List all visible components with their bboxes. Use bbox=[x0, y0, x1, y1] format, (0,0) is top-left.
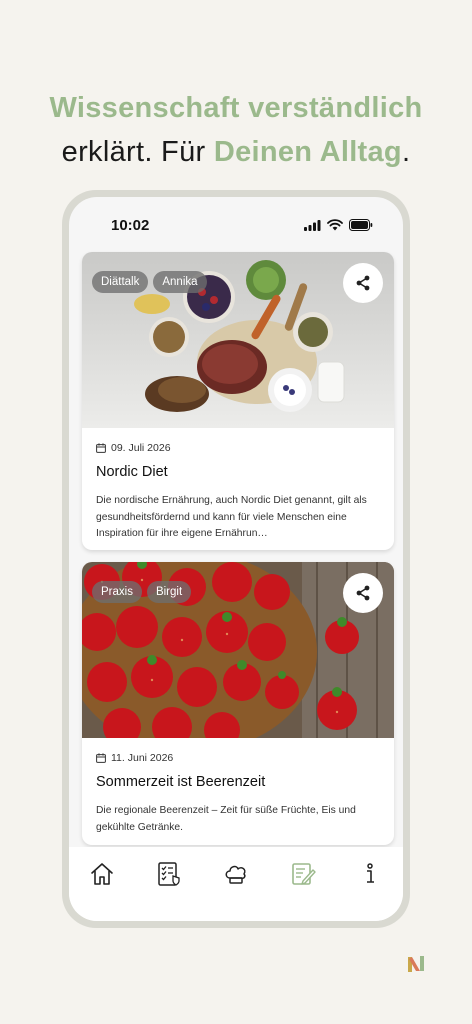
headline-line2-a: erklärt. Für bbox=[61, 136, 214, 168]
tag-category[interactable]: Diättalk bbox=[92, 271, 149, 293]
brand-logo-icon bbox=[408, 956, 424, 972]
chef-hat-icon bbox=[225, 865, 246, 884]
battery-icon bbox=[349, 219, 373, 231]
headline-line2-b: Deinen Alltag bbox=[213, 136, 402, 168]
nav-recipes[interactable] bbox=[221, 859, 251, 889]
article-excerpt: Die regionale Beerenzeit – Zeit für süße… bbox=[96, 805, 356, 833]
share-icon bbox=[356, 585, 370, 601]
info-icon bbox=[366, 863, 374, 883]
article-card[interactable]: Diättalk Annika 09. Juli 2026 Nordic Die… bbox=[82, 252, 394, 550]
status-icons bbox=[304, 219, 373, 231]
signal-icon bbox=[304, 219, 321, 231]
phone-frame: 10:02 Diättalk Annika 09. Juli 2026 Nord… bbox=[62, 190, 410, 928]
bottom-navigation bbox=[69, 847, 403, 921]
phone-screen: 10:02 Diättalk Annika 09. Juli 2026 Nord… bbox=[69, 197, 403, 921]
status-bar: 10:02 bbox=[69, 197, 403, 245]
calendar-icon bbox=[96, 443, 106, 453]
tag-category[interactable]: Praxis bbox=[92, 581, 142, 603]
article-title[interactable]: Sommerzeit ist Beerenzeit bbox=[96, 774, 265, 790]
wifi-icon bbox=[327, 219, 343, 231]
nav-articles[interactable] bbox=[288, 859, 318, 889]
headline-line2-c: . bbox=[401, 136, 411, 168]
article-date-text: 09. Juli 2026 bbox=[111, 442, 171, 454]
share-icon bbox=[356, 275, 370, 291]
article-date: 11. Juni 2026 bbox=[96, 752, 173, 764]
share-button[interactable] bbox=[343, 263, 383, 303]
nav-info[interactable] bbox=[355, 859, 385, 889]
article-date-text: 11. Juni 2026 bbox=[111, 752, 174, 764]
calendar-icon bbox=[96, 753, 106, 763]
notes-edit-icon bbox=[291, 863, 316, 885]
article-card[interactable]: Praxis Birgit 11. Juni 2026 Sommerzeit i… bbox=[82, 562, 394, 845]
headline: Wissenschaft verständlich erklärt. Für D… bbox=[0, 86, 472, 174]
home-icon bbox=[91, 863, 114, 885]
tag-list: Diättalk Annika bbox=[92, 271, 207, 293]
article-date: 09. Juli 2026 bbox=[96, 442, 171, 454]
tag-list: Praxis Birgit bbox=[92, 581, 192, 603]
tag-author[interactable]: Annika bbox=[153, 271, 207, 293]
headline-line1: Wissenschaft verständlich bbox=[49, 92, 423, 124]
share-button[interactable] bbox=[343, 573, 383, 613]
nav-checklist[interactable] bbox=[154, 859, 184, 889]
status-time: 10:02 bbox=[111, 217, 150, 234]
nav-home[interactable] bbox=[87, 859, 117, 889]
article-excerpt: Die nordische Ernährung, auch Nordic Die… bbox=[96, 495, 367, 539]
tag-author[interactable]: Birgit bbox=[146, 581, 192, 603]
article-title[interactable]: Nordic Diet bbox=[96, 464, 168, 480]
checklist-icon bbox=[158, 862, 180, 886]
